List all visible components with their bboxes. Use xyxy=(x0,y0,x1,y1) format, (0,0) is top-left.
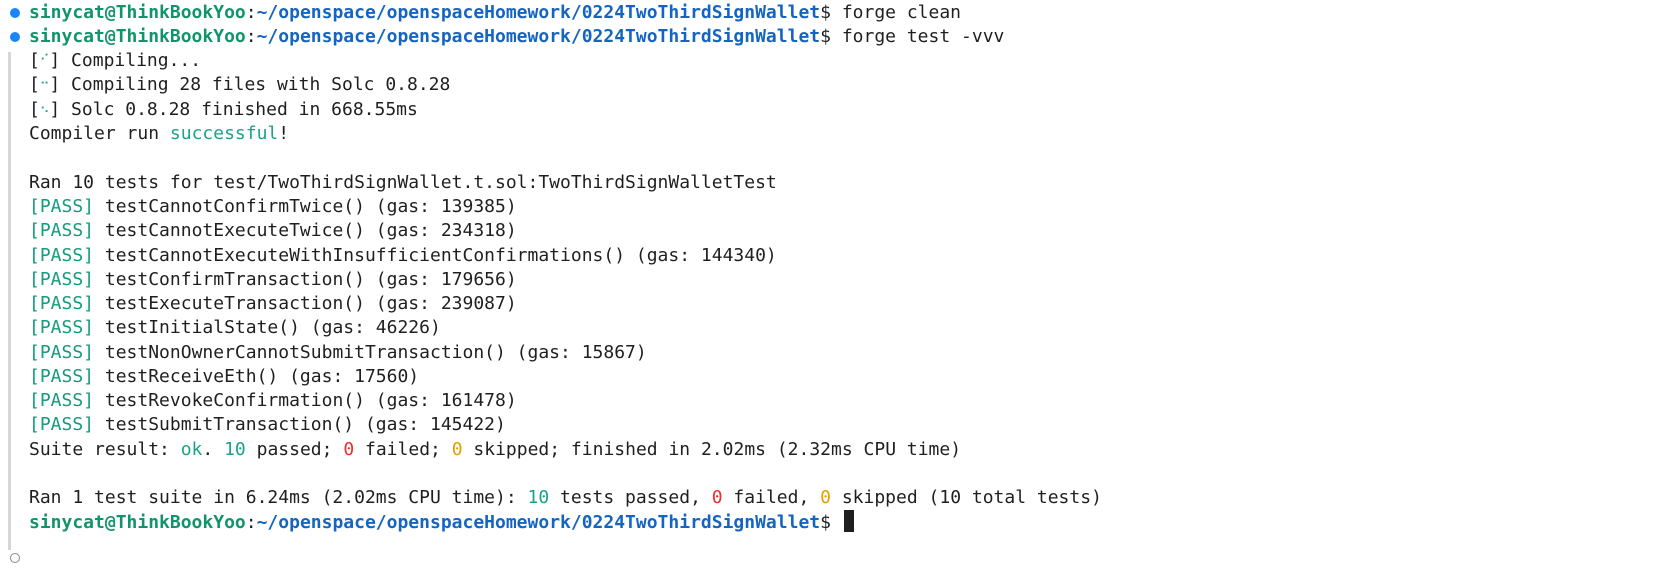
test-text: testExecuteTransaction() (gas: 239087) xyxy=(94,293,517,314)
test-row: [PASS] testExecuteTransaction() (gas: 23… xyxy=(29,291,517,317)
pass-tag: [PASS] xyxy=(29,293,95,314)
prompt-user-host: sinycat@ThinkBookYoo xyxy=(29,2,246,23)
compiler-status: successful xyxy=(169,123,279,144)
prompt-path: ~/openspace/openspaceHomework/0224TwoThi… xyxy=(256,512,821,533)
prompt-symbol: $ xyxy=(820,2,831,23)
compile-line: [⠢] Solc 0.8.28 finished in 668.55ms xyxy=(29,99,418,120)
prompt-separator: : xyxy=(245,26,257,47)
command-status-dot[interactable] xyxy=(10,8,20,18)
test-text: testCannotExecuteWithInsufficientConfirm… xyxy=(94,245,777,266)
test-text: testInitialState() (gas: 46226) xyxy=(94,317,441,338)
prompt-separator: : xyxy=(245,2,257,23)
passed-count: 10 xyxy=(224,439,246,460)
test-text: testSubmitTransaction() (gas: 145422) xyxy=(94,414,506,435)
test-row: [PASS] testCannotExecuteTwice() (gas: 23… xyxy=(29,218,517,244)
test-row: [PASS] testCannotExecuteWithInsufficient… xyxy=(29,243,777,269)
text-cursor[interactable] xyxy=(843,510,854,532)
pass-tag: [PASS] xyxy=(29,220,95,241)
failed-count: 0 xyxy=(343,439,355,460)
skipped-count: 0 xyxy=(451,439,463,460)
pass-tag: [PASS] xyxy=(29,366,95,387)
prompt-symbol: $ xyxy=(820,512,831,533)
skipped-count: 0 xyxy=(820,487,831,508)
pass-tag: [PASS] xyxy=(29,342,95,363)
prompt-user-host: sinycat@ThinkBookYoo xyxy=(29,512,246,533)
test-row: [PASS] testInitialState() (gas: 46226) xyxy=(29,315,441,341)
test-text: testCannotConfirmTwice() (gas: 139385) xyxy=(94,196,517,217)
failed-count: 0 xyxy=(711,487,723,508)
pass-tag: [PASS] xyxy=(29,245,95,266)
pass-tag: [PASS] xyxy=(29,390,95,411)
passed-count: 10 xyxy=(527,487,550,508)
command-status-dot[interactable] xyxy=(10,32,20,42)
test-text: testReceiveEth() (gas: 17560) xyxy=(94,366,420,387)
prompt-path: ~/openspace/openspaceHomework/0224TwoThi… xyxy=(256,26,821,47)
test-text: testConfirmTransaction() (gas: 179656) xyxy=(94,269,517,290)
pass-tag: [PASS] xyxy=(29,269,95,290)
command-text: forge clean xyxy=(841,2,962,23)
command-line-test: sinycat@ThinkBookYoo:~/openspace/openspa… xyxy=(29,24,1004,50)
suite-result: Suite result: ok. 10 passed; 0 failed; 0… xyxy=(29,439,962,460)
suite-header: Ran 10 tests for test/TwoThirdSignWallet… xyxy=(29,172,777,193)
compiler-run-line: Compiler run successful! xyxy=(29,123,290,144)
command-text: forge test -vvv xyxy=(841,26,1005,47)
spinner-icon: ⠢ xyxy=(39,102,50,117)
pass-tag: [PASS] xyxy=(29,317,95,338)
test-text: testNonOwnerCannotSubmitTransaction() (g… xyxy=(94,342,647,363)
test-text: testCannotExecuteTwice() (gas: 234318) xyxy=(94,220,517,241)
compile-line: [⠒] Compiling 28 files with Solc 0.8.28 xyxy=(29,74,451,95)
active-prompt-line[interactable]: sinycat@ThinkBookYoo:~/openspace/openspa… xyxy=(29,510,854,536)
spinner-icon: ⠊ xyxy=(39,53,50,68)
prompt-path: ~/openspace/openspaceHomework/0224TwoThi… xyxy=(256,2,821,23)
result-ok: ok xyxy=(180,439,203,460)
compile-line: [⠊] Compiling... xyxy=(29,50,202,71)
spinner-icon: ⠒ xyxy=(39,77,50,92)
prompt-separator: : xyxy=(245,512,257,533)
command-status-dot[interactable] xyxy=(10,553,20,563)
prompt-symbol: $ xyxy=(820,26,831,47)
run-summary: Ran 1 test suite in 6.24ms (2.02ms CPU t… xyxy=(29,487,1102,508)
test-row: [PASS] testNonOwnerCannotSubmitTransacti… xyxy=(29,340,647,366)
test-row: [PASS] testSubmitTransaction() (gas: 145… xyxy=(29,412,506,438)
test-row: [PASS] testRevokeConfirmation() (gas: 16… xyxy=(29,388,517,414)
command-line-clean: sinycat@ThinkBookYoo:~/openspace/openspa… xyxy=(29,0,961,26)
test-row: [PASS] testConfirmTransaction() (gas: 17… xyxy=(29,267,517,293)
pass-tag: [PASS] xyxy=(29,196,95,217)
terminal-output[interactable]: sinycat@ThinkBookYoo:~/openspace/openspa… xyxy=(0,0,1678,579)
command-output-bar xyxy=(8,52,11,550)
prompt-user-host: sinycat@ThinkBookYoo xyxy=(29,26,246,47)
pass-tag: [PASS] xyxy=(29,414,95,435)
test-row: [PASS] testReceiveEth() (gas: 17560) xyxy=(29,364,419,390)
test-text: testRevokeConfirmation() (gas: 161478) xyxy=(94,390,517,411)
test-row: [PASS] testCannotConfirmTwice() (gas: 13… xyxy=(29,194,517,220)
